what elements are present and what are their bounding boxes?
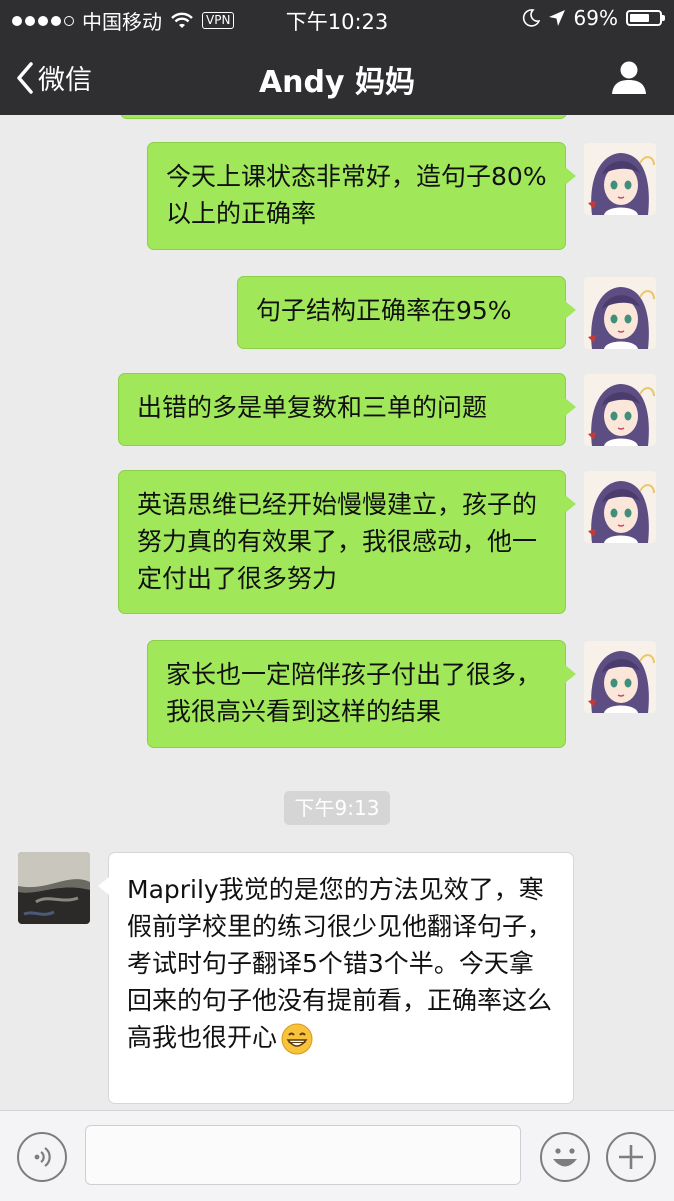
person-icon[interactable]: [610, 58, 648, 96]
outgoing-message-bubble[interactable]: 家长也一定陪伴孩子付出了很多，我很高兴看到这样的结果: [147, 640, 576, 748]
message-text: 出错的多是单复数和三单的问题: [137, 393, 488, 422]
status-bar: 中国移动 VPN 下午10:23 69%: [0, 0, 674, 38]
status-right: 69%: [522, 6, 665, 30]
message-text: 家长也一定陪伴孩子付出了很多，我很高兴看到这样的结果: [166, 660, 542, 726]
emoji-icon: [553, 1148, 577, 1167]
plus-icon: [619, 1145, 643, 1169]
message-timestamp: 下午9:13: [284, 791, 390, 825]
outgoing-message-bubble[interactable]: 出错的多是单复数和三单的问题: [118, 373, 576, 446]
emoji-button[interactable]: [540, 1132, 590, 1182]
message-text: 句子结构正确率在95%: [256, 296, 512, 325]
user-avatar[interactable]: [584, 374, 656, 446]
nav-bar: 微信 Andy 妈妈: [0, 38, 674, 115]
outgoing-message-bubble[interactable]: 句子结构正确率在95%: [237, 276, 576, 349]
incoming-message-bubble[interactable]: Maprily我觉的是您的方法见效了，寒假前学校里的练习很少见他翻译句子，考试时…: [98, 852, 574, 1104]
chat-area[interactable]: 今天上课状态非常好，造句子80%以上的正确率 句子结构正确率在95% 出错的多是…: [0, 115, 674, 1110]
user-avatar[interactable]: [584, 143, 656, 215]
grin-emoji-icon: [281, 1023, 313, 1055]
battery-percent: 69%: [573, 6, 618, 30]
user-avatar[interactable]: [584, 641, 656, 713]
voice-button[interactable]: [17, 1132, 67, 1182]
user-avatar[interactable]: [584, 277, 656, 349]
contact-avatar[interactable]: [18, 852, 90, 924]
moon-icon: [522, 9, 540, 27]
chat-title: Andy 妈妈: [258, 65, 416, 100]
battery-icon: [626, 10, 665, 26]
message-text: 英语思维已经开始慢慢建立，孩子的努力真的有效果了，我很感动，他一定付出了很多努力: [137, 490, 538, 593]
message-text: Maprily我觉的是您的方法见效了，寒假前学校里的练习很少见他翻译句子，考试时…: [127, 875, 553, 1052]
voice-icon: [34, 1147, 51, 1167]
more-button[interactable]: [606, 1132, 656, 1182]
outgoing-message-bubble[interactable]: 英语思维已经开始慢慢建立，孩子的努力真的有效果了，我很感动，他一定付出了很多努力: [118, 470, 576, 614]
message-input[interactable]: [85, 1125, 521, 1185]
user-avatar[interactable]: [584, 471, 656, 543]
location-arrow-icon: [548, 10, 565, 26]
partial-message-bubble: [120, 115, 567, 119]
input-bar: [0, 1110, 674, 1201]
outgoing-message-bubble[interactable]: 今天上课状态非常好，造句子80%以上的正确率: [147, 142, 576, 250]
message-text: 今天上课状态非常好，造句子80%以上的正确率: [166, 162, 547, 228]
battery-fill: [630, 14, 650, 22]
